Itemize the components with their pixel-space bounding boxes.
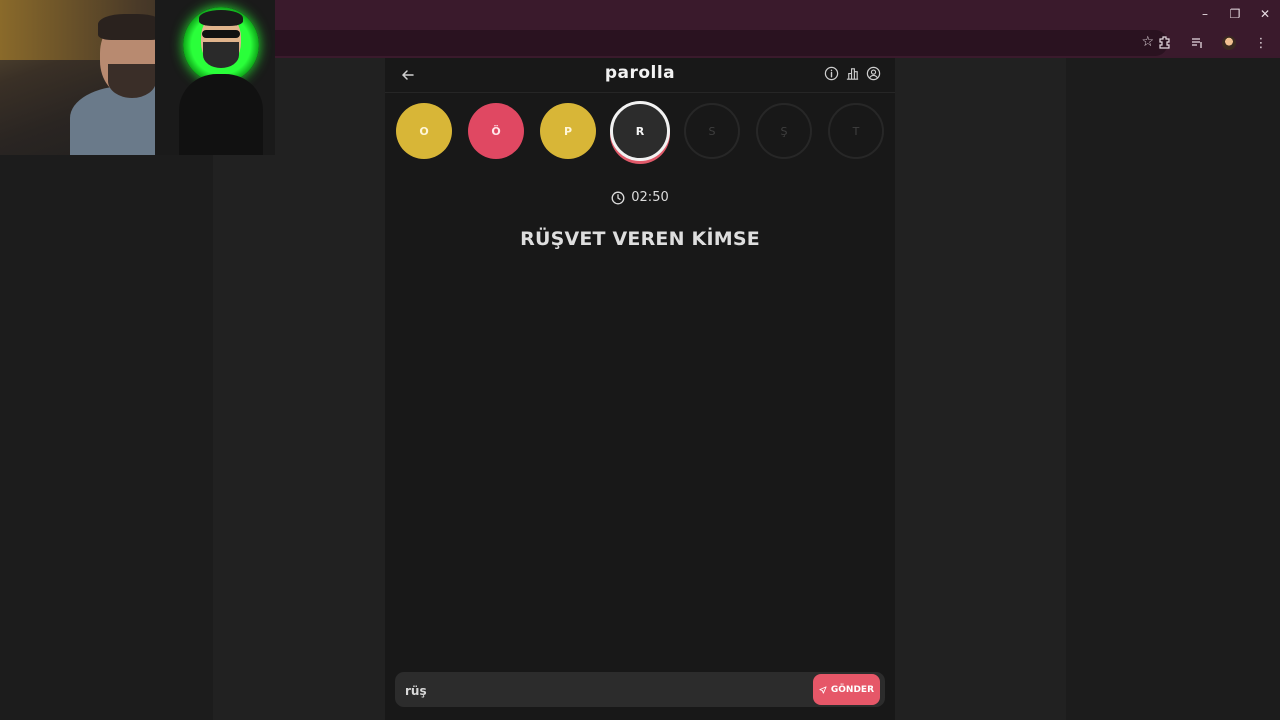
send-button[interactable]: GÖNDER (813, 674, 880, 705)
send-icon (819, 685, 827, 694)
letter-o[interactable]: O (396, 103, 452, 159)
profile-avatar[interactable] (1218, 32, 1240, 54)
letter-s[interactable]: S (684, 103, 740, 159)
letter-o-umlaut[interactable]: Ö (468, 103, 524, 159)
close-button[interactable]: ✕ (1250, 0, 1280, 28)
header-actions (823, 65, 881, 81)
app-title: parolla (604, 63, 676, 83)
menu-icon[interactable]: ⋮ (1250, 32, 1272, 54)
letter-r-current[interactable]: R (610, 101, 670, 161)
extensions-icon[interactable] (1154, 32, 1176, 54)
letter-s-cedilla[interactable]: Ş (756, 103, 812, 159)
media-icon[interactable] (1186, 32, 1208, 54)
bar-chart-icon (846, 67, 858, 80)
timer-value: 02:50 (631, 190, 669, 205)
star-icon[interactable]: ☆ (1141, 34, 1154, 50)
timer: 02:50 (385, 190, 895, 205)
app-header: parolla (385, 58, 895, 93)
send-label: GÖNDER (830, 684, 874, 695)
letter-p[interactable]: P (540, 103, 596, 159)
window-controls: – ❐ ✕ (1190, 0, 1280, 28)
streamer-avatar-overlay (155, 0, 275, 155)
answer-bar: GÖNDER (395, 672, 885, 707)
info-button[interactable] (823, 65, 839, 81)
restore-button[interactable]: ❐ (1220, 0, 1250, 28)
letter-t[interactable]: T (828, 103, 884, 159)
address-bar[interactable]: ☆ (240, 30, 1168, 56)
game-panel: parolla O Ö P R S Ş T 02:50 RÜŞVET VEREN… (385, 58, 895, 720)
info-icon (824, 66, 838, 80)
letter-wheel: O Ö P R S Ş T (396, 101, 886, 163)
question-text: RÜŞVET VEREN KİMSE (520, 228, 760, 250)
user-circle-icon (866, 66, 880, 80)
minimize-button[interactable]: – (1190, 0, 1220, 28)
stats-button[interactable] (844, 65, 860, 81)
clock-icon (611, 191, 625, 204)
profile-button[interactable] (865, 65, 881, 81)
toolbar-icons: ⋮ (1154, 32, 1272, 54)
answer-input[interactable] (403, 676, 807, 705)
